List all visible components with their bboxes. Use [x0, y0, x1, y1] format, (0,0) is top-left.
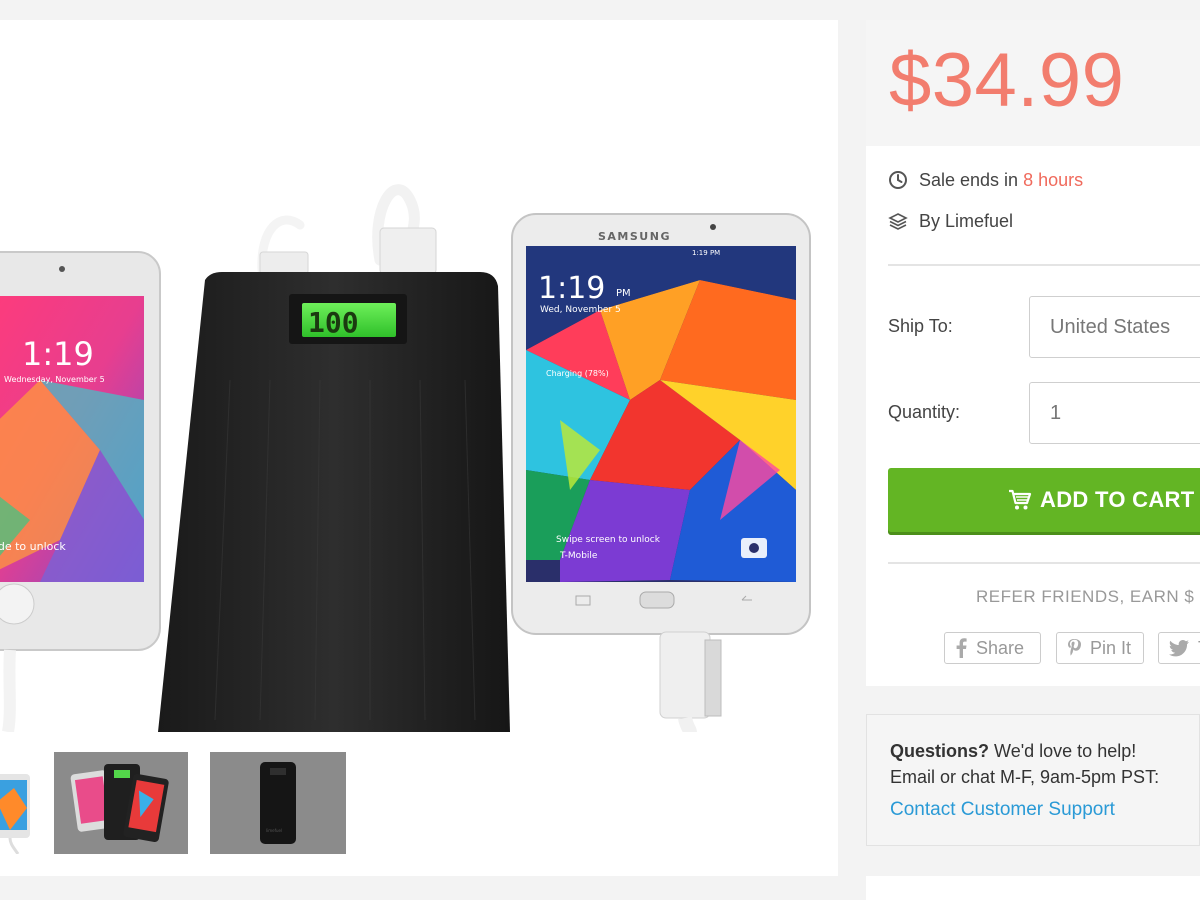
quantity-label: Quantity: [888, 402, 961, 422]
questions-box: Questions? We'd love to help! Email or c… [866, 714, 1200, 846]
questions-rest: We'd love to help! [994, 741, 1137, 761]
brand-row: By Limefuel [888, 209, 1013, 233]
samsung-charging: Charging (78%) [546, 369, 609, 378]
pinterest-share-button[interactable]: Pin It [1056, 632, 1144, 664]
thumbnail-1[interactable] [0, 752, 34, 854]
quantity-input[interactable]: 1 [1029, 382, 1200, 444]
questions-bold: Questions? [890, 741, 990, 761]
divider [888, 264, 1200, 266]
brand-name[interactable]: By Limefuel [919, 211, 1013, 232]
iphone-unlock-text: slide to unlock [0, 540, 66, 553]
samsung-time: 1:19 [538, 271, 605, 306]
contact-support-link[interactable]: Contact Customer Support [890, 799, 1115, 821]
iphone-time: 1:19 [22, 335, 94, 373]
thumbnail-2[interactable] [54, 752, 188, 854]
product-main-image[interactable]: 100 1:19 Wednesday, November 5 slide to … [0, 20, 838, 732]
next-panel [866, 876, 1200, 900]
samsung-date: Wed, November 5 [540, 305, 621, 315]
clock-icon [888, 170, 908, 190]
samsung-status-time: 1:19 PM [692, 249, 720, 257]
samsung-brand: SAMSUNG [598, 230, 671, 243]
sale-timer: Sale ends in 8 hours [888, 168, 1083, 192]
add-to-cart-button[interactable]: ADD TO CART [888, 468, 1200, 532]
pinterest-icon [1067, 638, 1081, 658]
twitter-share-button[interactable]: T [1158, 632, 1200, 664]
power-bank-display: 100 [308, 306, 359, 339]
twitter-icon [1169, 639, 1189, 657]
thumbnail-3[interactable]: limefuel [210, 752, 346, 854]
layers-icon [888, 211, 908, 231]
sale-remaining: 8 hours [1023, 169, 1084, 190]
questions-heading: Questions? We'd love to help! [890, 741, 1136, 762]
samsung-time-suffix: PM [616, 288, 631, 299]
samsung-carrier: T-Mobile [559, 551, 598, 561]
svg-text:limefuel: limefuel [266, 828, 282, 833]
price: $34.99 [889, 38, 1125, 123]
divider [888, 562, 1200, 564]
ship-to-label: Ship To: [888, 316, 953, 336]
price-box: $34.99 [866, 20, 1200, 146]
support-hours: Email or chat M-F, 9am-5pm PST: [890, 767, 1160, 787]
add-to-cart-label: ADD TO CART [1040, 487, 1195, 512]
facebook-icon [955, 638, 967, 658]
samsung-swipe-text: Swipe screen to unlock [556, 535, 661, 545]
product-gallery: 100 1:19 Wednesday, November 5 slide to … [0, 20, 838, 876]
buy-panel: $34.99 Sale ends in 8 hours By Limefuel … [866, 20, 1200, 686]
cart-icon [1008, 489, 1032, 511]
share-label: Share [976, 637, 1025, 658]
facebook-share-button[interactable]: Share [944, 632, 1041, 664]
pin-label: Pin It [1090, 637, 1132, 658]
ship-to-select[interactable]: United States [1029, 296, 1200, 358]
iphone-date: Wednesday, November 5 [4, 375, 105, 384]
sale-prefix: Sale ends in [919, 169, 1019, 190]
referral-text[interactable]: REFER FRIENDS, EARN $ [976, 587, 1194, 607]
